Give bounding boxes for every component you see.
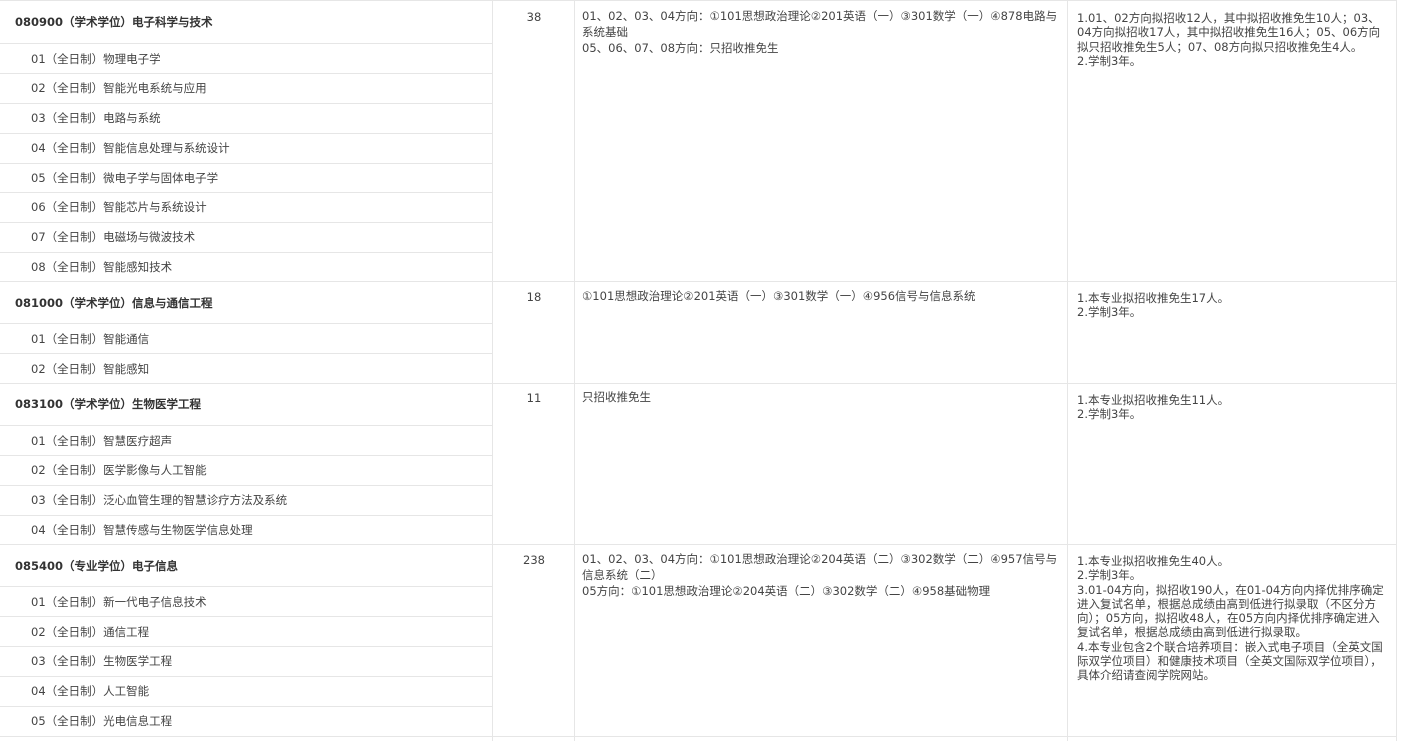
- row-divider: [0, 383, 1397, 384]
- row-divider: [0, 676, 492, 677]
- row-divider: [0, 485, 492, 486]
- row-divider: [0, 544, 1397, 545]
- row-divider: [0, 425, 492, 426]
- row-divider: [0, 252, 492, 253]
- direction-item: 01（全日制）智能通信: [31, 332, 150, 346]
- direction-item: 01（全日制）智慧医疗超声: [31, 434, 173, 448]
- major-title: 080900（学术学位）电子科学与技术: [15, 15, 213, 29]
- remark-line: 1.本专业拟招收推免生40人。: [1077, 554, 1230, 568]
- column-divider: [1396, 0, 1397, 741]
- column-divider: [492, 0, 493, 741]
- row-divider: [0, 586, 492, 587]
- row-divider: [0, 103, 492, 104]
- exam-subjects: 只招收推免生: [582, 390, 1064, 406]
- major-title: 083100（学术学位）生物医学工程: [15, 397, 202, 411]
- direction-item: 02（全日制）智能光电系统与应用: [31, 81, 207, 95]
- remark-line: 4.本专业包含2个联合培养项目：嵌入式电子项目（全英文国际双学位项目）和健康技术…: [1077, 639, 1383, 683]
- row-divider: [0, 455, 492, 456]
- remark-line: 1.01、02方向拟招收12人，其中拟招收推免生10人；03、04方向拟招收17…: [1077, 11, 1381, 54]
- row-divider: [0, 616, 492, 617]
- exam-line: 01、02、03、04方向：①101思想政治理论②201英语（一）③301数学（…: [582, 9, 1058, 39]
- exam-line: ①101思想政治理论②201英语（一）③301数学（一）④956信号与信息系统: [582, 289, 976, 303]
- direction-item: 07（全日制）电磁场与微波技术: [31, 230, 196, 244]
- exam-line: 05方向：①101思想政治理论②204英语（二）③302数学（二）④958基础物…: [582, 583, 991, 598]
- enrollment-table: 080900（学术学位）电子科学与技术 01（全日制）物理电子学 02（全日制）…: [0, 0, 1416, 741]
- exam-line: 01、02、03、04方向：①101思想政治理论②204英语（二）③302数学（…: [582, 552, 1058, 582]
- remarks: 1.本专业拟招收推免生17人。 2.学制3年。: [1077, 291, 1391, 320]
- exam-line: 05、06、07、08方向：只招收推免生: [582, 40, 779, 55]
- row-divider: [0, 163, 492, 164]
- row-divider: [0, 192, 492, 193]
- remarks: 1.本专业拟招收推免生40人。 2.学制3年。 3.01-04方向，拟招收190…: [1077, 554, 1391, 683]
- direction-item: 04（全日制）智慧传感与生物医学信息处理: [31, 523, 253, 537]
- direction-item: 03（全日制）电路与系统: [31, 111, 161, 125]
- column-divider: [574, 0, 575, 741]
- major-title: 081000（学术学位）信息与通信工程: [15, 296, 213, 310]
- row-divider: [0, 646, 492, 647]
- direction-item: 05（全日制）微电子学与固体电子学: [31, 171, 219, 185]
- row-divider: [0, 353, 492, 354]
- direction-item: 01（全日制）新一代电子信息技术: [31, 595, 207, 609]
- row-divider: [0, 736, 1397, 737]
- direction-item: 03（全日制）生物医学工程: [31, 654, 173, 668]
- direction-item: 02（全日制）智能感知: [31, 362, 150, 376]
- major-title: 085400（专业学位）电子信息: [15, 559, 179, 573]
- quota-value: 18: [526, 290, 542, 304]
- direction-item: 05（全日制）光电信息工程: [31, 714, 173, 728]
- quota-value: 38: [526, 10, 542, 24]
- direction-item: 08（全日制）智能感知技术: [31, 260, 173, 274]
- row-divider: [0, 323, 492, 324]
- remarks: 1.本专业拟招收推免生11人。 2.学制3年。: [1077, 393, 1391, 422]
- row-divider: [0, 73, 492, 74]
- exam-subjects: 01、02、03、04方向：①101思想政治理论②204英语（二）③302数学（…: [582, 552, 1064, 599]
- quota-value: 238: [523, 553, 545, 567]
- row-divider: [0, 0, 1397, 1]
- row-divider: [0, 222, 492, 223]
- remark-line: 2.学制3年。: [1077, 53, 1142, 68]
- direction-item: 06（全日制）智能芯片与系统设计: [31, 200, 207, 214]
- row-divider: [0, 706, 492, 707]
- direction-item: 01（全日制）物理电子学: [31, 52, 161, 66]
- exam-line: 只招收推免生: [582, 390, 651, 404]
- remark-line: 1.本专业拟招收推免生11人。: [1077, 393, 1230, 407]
- remark-line: 2.学制3年。: [1077, 407, 1142, 422]
- direction-item: 02（全日制）医学影像与人工智能: [31, 463, 207, 477]
- remarks: 1.01、02方向拟招收12人，其中拟招收推免生10人；03、04方向拟招收17…: [1077, 11, 1391, 68]
- direction-item: 03（全日制）泛心血管生理的智慧诊疗方法及系统: [31, 493, 288, 507]
- remark-line: 3.01-04方向，拟招收190人，在01-04方向内择优排序确定进入复试名单，…: [1077, 582, 1384, 640]
- exam-subjects: ①101思想政治理论②201英语（一）③301数学（一）④956信号与信息系统: [582, 289, 1064, 305]
- quota-value: 11: [526, 391, 542, 405]
- direction-item: 02（全日制）通信工程: [31, 625, 150, 639]
- column-divider: [1067, 0, 1068, 741]
- row-divider: [0, 133, 492, 134]
- row-divider: [0, 43, 492, 44]
- direction-item: 04（全日制）智能信息处理与系统设计: [31, 141, 230, 155]
- direction-item: 04（全日制）人工智能: [31, 684, 150, 698]
- exam-subjects: 01、02、03、04方向：①101思想政治理论②201英语（一）③301数学（…: [582, 9, 1064, 56]
- row-divider: [0, 281, 1397, 282]
- remark-line: 1.本专业拟招收推免生17人。: [1077, 291, 1230, 305]
- remark-line: 2.学制3年。: [1077, 305, 1142, 320]
- remark-line: 2.学制3年。: [1077, 568, 1142, 583]
- row-divider: [0, 515, 492, 516]
